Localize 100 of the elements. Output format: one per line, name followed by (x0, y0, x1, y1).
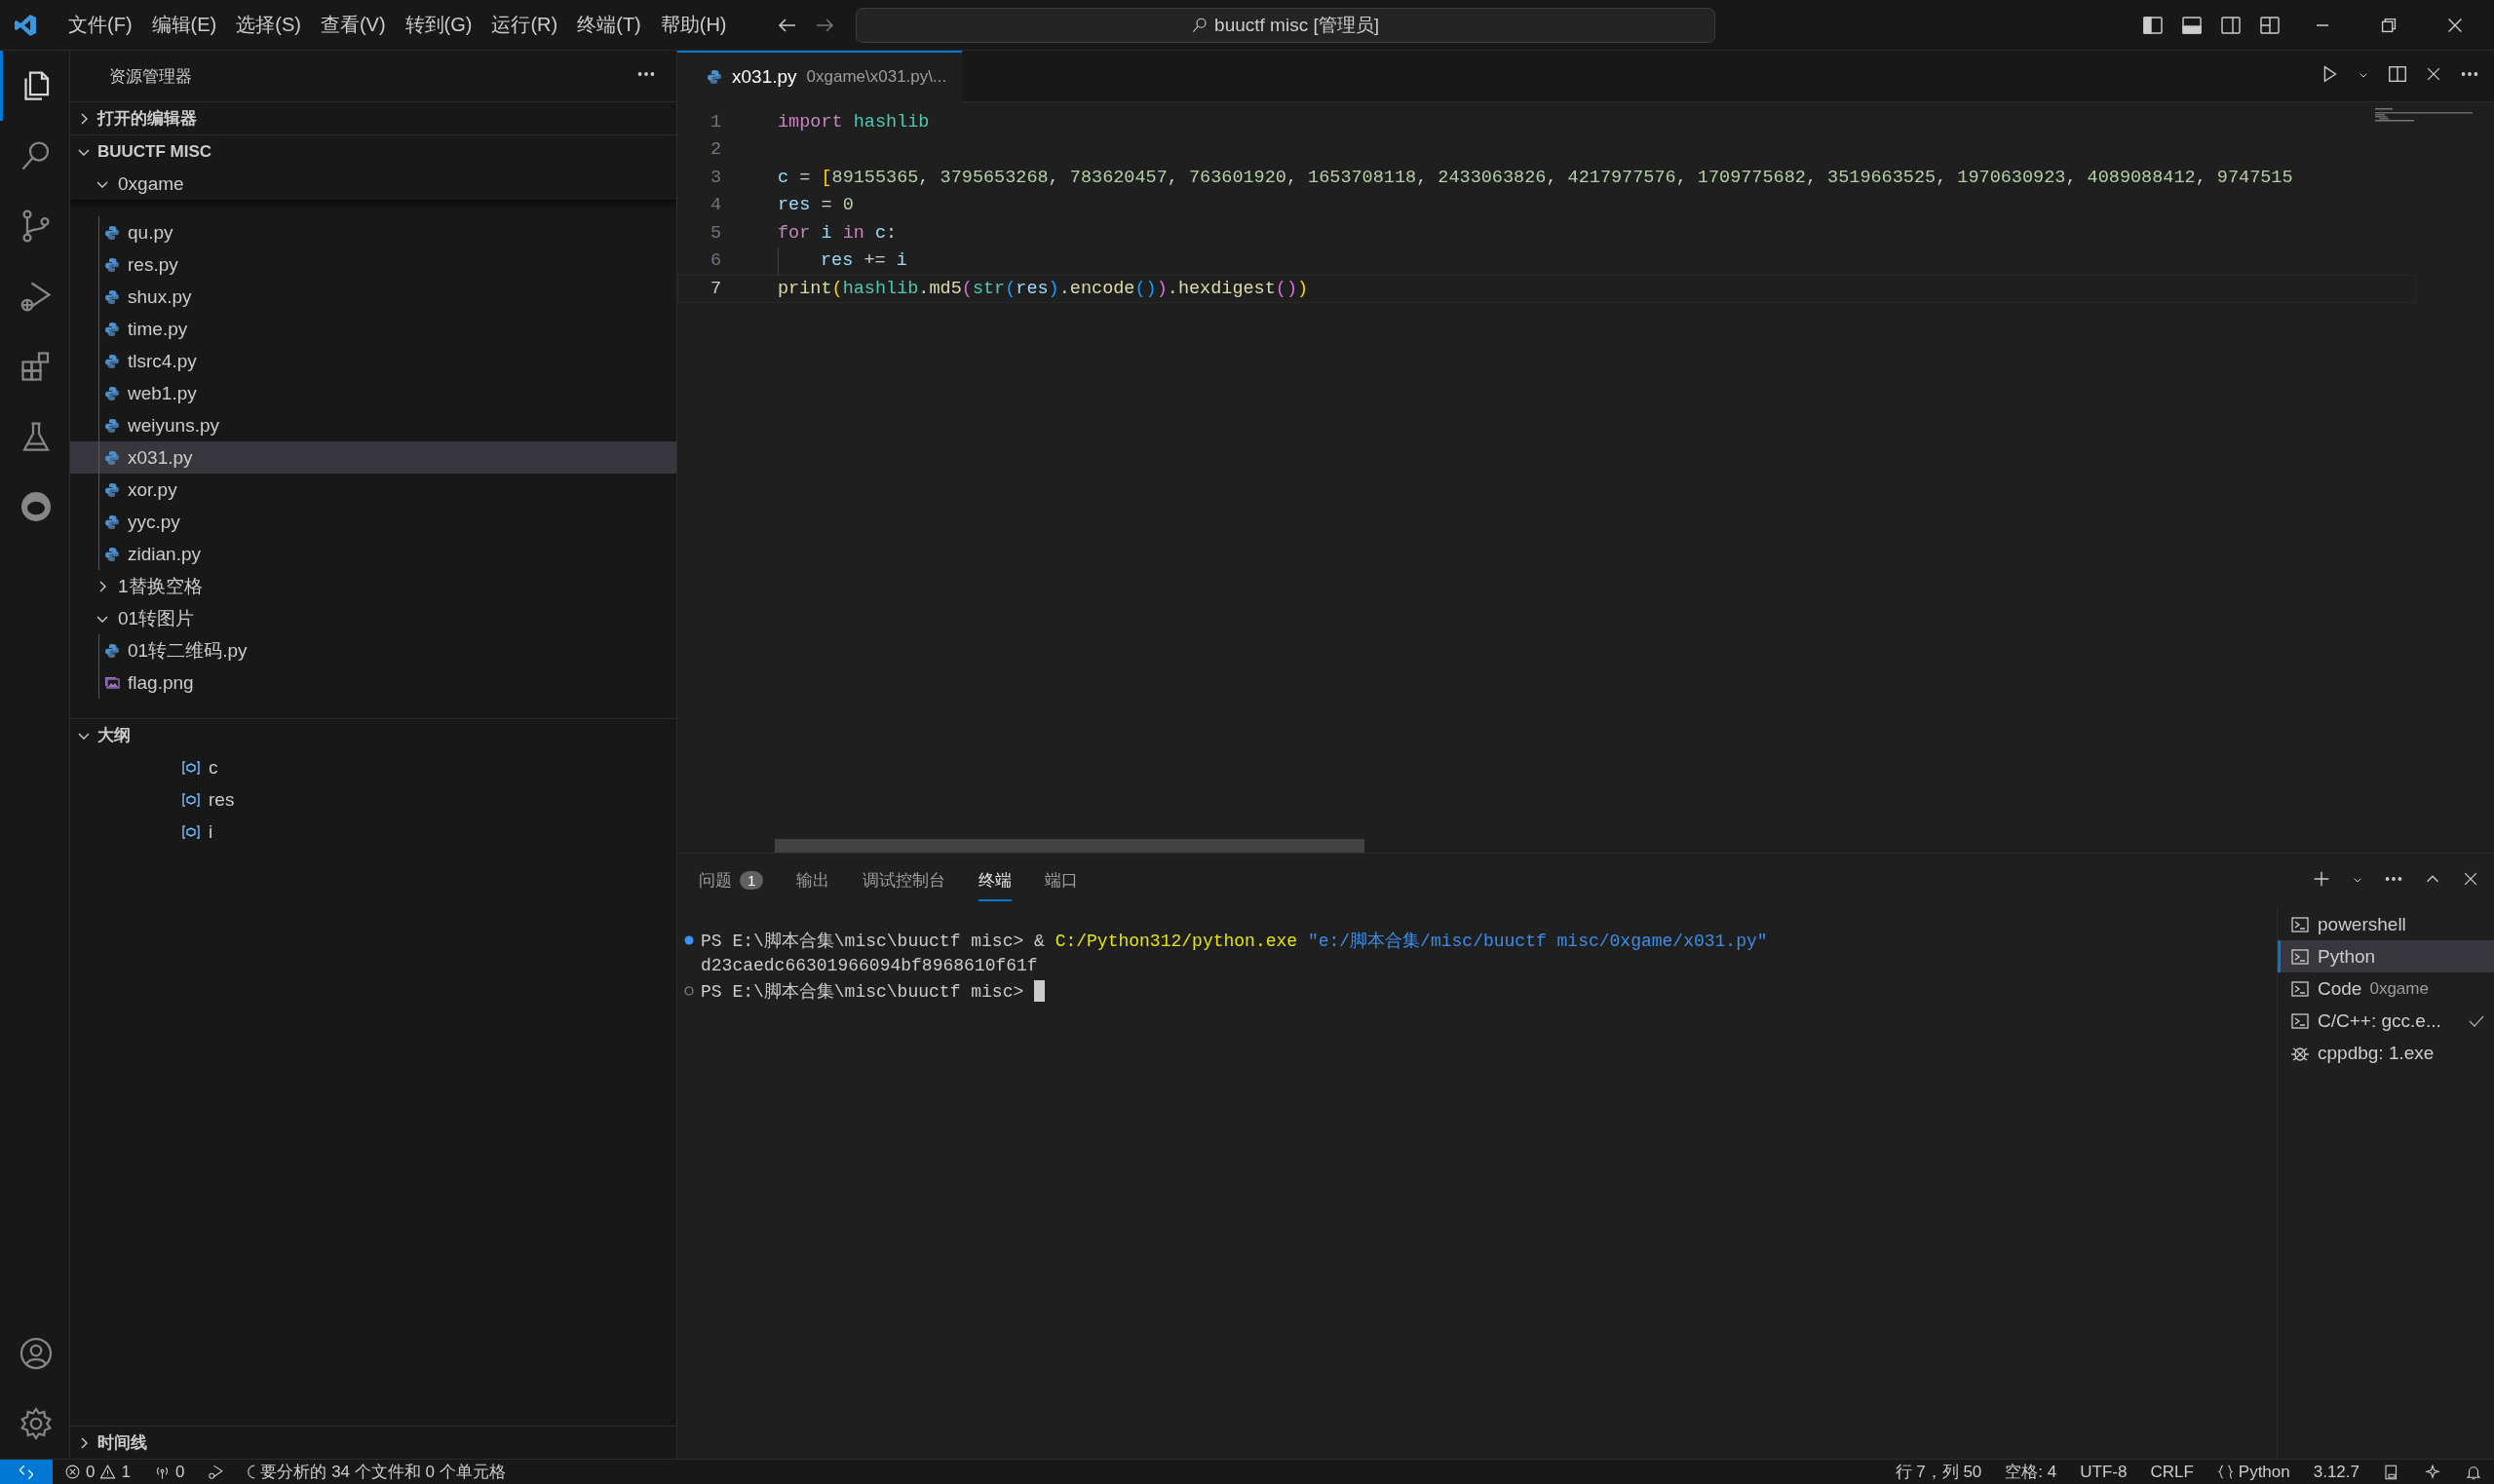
menu-item[interactable]: 文件(F) (58, 8, 142, 42)
language-status[interactable]: Python (2238, 1462, 2290, 1482)
python-file-icon (104, 353, 120, 369)
python-file-icon (104, 224, 120, 241)
line-number: 4 (709, 195, 721, 216)
python-file-icon (707, 69, 722, 85)
line-number: 1 (709, 111, 721, 133)
status-item[interactable]: 空格: 4 (1993, 1459, 2069, 1484)
search-icon (1191, 16, 1209, 34)
python-file-icon (104, 514, 120, 530)
panel-tab[interactable]: 终端 (978, 860, 1013, 901)
outline-item[interactable]: res (70, 783, 676, 816)
file-item[interactable]: qu.py (70, 216, 676, 248)
line-number: 3 (709, 167, 721, 188)
terminal-icon (2290, 1010, 2310, 1031)
menu-item[interactable]: 终端(T) (567, 8, 651, 42)
terminal-item[interactable]: cppdbg: 1.exe (2278, 1037, 2494, 1069)
variable-icon (181, 823, 201, 840)
file-item[interactable]: zidian.py (70, 538, 676, 570)
code-line: res += i (821, 250, 907, 272)
panel-tab[interactable]: 调试控制台 (863, 860, 946, 901)
line-number: 5 (709, 222, 721, 244)
file-item[interactable]: 01转二维码.py (70, 634, 676, 666)
error-count[interactable]: 0 (86, 1462, 96, 1482)
terminal-icon (2290, 946, 2310, 967)
file-item[interactable]: time.py (70, 313, 676, 345)
app-logo-icon (14, 13, 37, 37)
status-item[interactable]: UTF-8 (2068, 1459, 2139, 1484)
section-header[interactable]: 打开的编辑器 (70, 101, 676, 134)
file-item[interactable]: res.py (70, 248, 676, 281)
warning-count[interactable]: 1 (121, 1462, 131, 1482)
python-file-icon (104, 642, 120, 659)
python-file-icon (104, 449, 120, 466)
line-number: 7 (709, 278, 721, 299)
braces-icon (2216, 1464, 2234, 1480)
code-line: for i in c: (778, 222, 898, 244)
sparkle-icon (2424, 1463, 2441, 1481)
code-line: res = 0 (778, 195, 854, 216)
python-file-icon (104, 321, 120, 337)
panel-tab[interactable]: 问题 1 (699, 860, 764, 901)
line-number: 6 (709, 250, 721, 272)
python-file-icon (104, 546, 120, 562)
spinner-icon (248, 1464, 256, 1480)
terminal-item[interactable]: powershell (2278, 908, 2494, 940)
warning-icon (99, 1464, 117, 1480)
python-file-icon (104, 256, 120, 273)
terminal-icon (2290, 978, 2310, 999)
terminal-item[interactable]: Python (2278, 940, 2494, 972)
file-item[interactable]: web1.py (70, 377, 676, 409)
file-item[interactable]: x031.py (70, 441, 676, 474)
variable-icon (181, 759, 201, 776)
line-number: 2 (709, 139, 721, 161)
remote-button[interactable] (0, 1459, 53, 1484)
outline-item[interactable]: c (70, 751, 676, 783)
terminal-detail: 0xgame (2369, 978, 2429, 999)
folder-item[interactable]: 01转图片 (70, 602, 676, 634)
menu-item[interactable]: 查看(V) (310, 8, 396, 42)
analysis-status[interactable]: 要分析的 34 个文件和 0 个单元格 (260, 1461, 506, 1483)
python-file-icon (104, 385, 120, 401)
command-center[interactable]: buuctf misc [管理员] (855, 7, 1715, 43)
code-line: c = [89155365, 3795653268, 783620457, 763601920, 1653708118, 2433063826, 4217977576, 1709775682, 3519663525, 1970630923, 4089088412, 9747515 (778, 167, 2293, 188)
terminal-item[interactable]: C/C++: gcc.e... (2278, 1005, 2494, 1037)
status-item[interactable]: 行 7，列 50 (1883, 1459, 1994, 1484)
python-file-icon (104, 417, 120, 434)
outline-item[interactable]: i (70, 816, 676, 848)
file-item[interactable]: tlsrc4.py (70, 345, 676, 377)
error-icon (64, 1464, 81, 1480)
file-item[interactable]: xor.py (70, 474, 676, 506)
python-file-icon (104, 288, 120, 305)
folder-item[interactable]: 1替换空格 (70, 570, 676, 602)
terminal-item[interactable]: Code 0xgame (2278, 972, 2494, 1005)
minimize-icon (2314, 23, 2331, 26)
ports-count[interactable]: 0 (174, 1462, 185, 1482)
python-file-icon (104, 481, 120, 498)
code-line: import hashlib (778, 111, 930, 133)
status-item[interactable]: CRLF (2138, 1459, 2206, 1484)
menu-item[interactable]: 转到(G) (395, 8, 482, 42)
panel-tab[interactable]: 输出 (796, 860, 830, 901)
sidebar-title: 资源管理器 (109, 65, 192, 88)
menu-item[interactable]: 选择(S) (226, 8, 311, 42)
count-badge: 1 (740, 870, 764, 890)
terminal-icon (2290, 914, 2310, 934)
section-header[interactable]: 大纲 (70, 718, 676, 751)
file-item[interactable]: flag.png (70, 666, 676, 699)
terminal-line: PS E:\脚本合集\misc\buuctf misc> (701, 981, 1025, 1003)
scrollbar[interactable] (775, 839, 1364, 853)
folder-item[interactable]: 0xgame (70, 168, 676, 200)
terminal-line: PS E:\脚本合集\misc\buuctf misc> & C:/Python312/python.exe "e:/脚本合集/misc/buuctf misc/0xgame/x031.py" (701, 931, 1768, 952)
file-item[interactable]: shux.py (70, 281, 676, 313)
status-item[interactable]: 3.12.7 (2301, 1459, 2371, 1484)
editor-tab[interactable]: x031.py 0xgame\x031.py\... (677, 50, 963, 102)
file-item[interactable]: yyc.py (70, 506, 676, 538)
run-debug-icon (208, 1464, 225, 1480)
menu-item[interactable]: 编辑(E) (141, 8, 227, 42)
panel-tab[interactable]: 端口 (1045, 860, 1079, 901)
menu-item[interactable]: 帮助(H) (650, 8, 737, 42)
code-line: print(hashlib.md5(str(res).encode()).hexdigest()) (778, 278, 1309, 299)
menu-item[interactable]: 运行(R) (481, 8, 568, 42)
remote-icon (18, 1463, 35, 1481)
file-item[interactable]: weiyuns.py (70, 409, 676, 441)
